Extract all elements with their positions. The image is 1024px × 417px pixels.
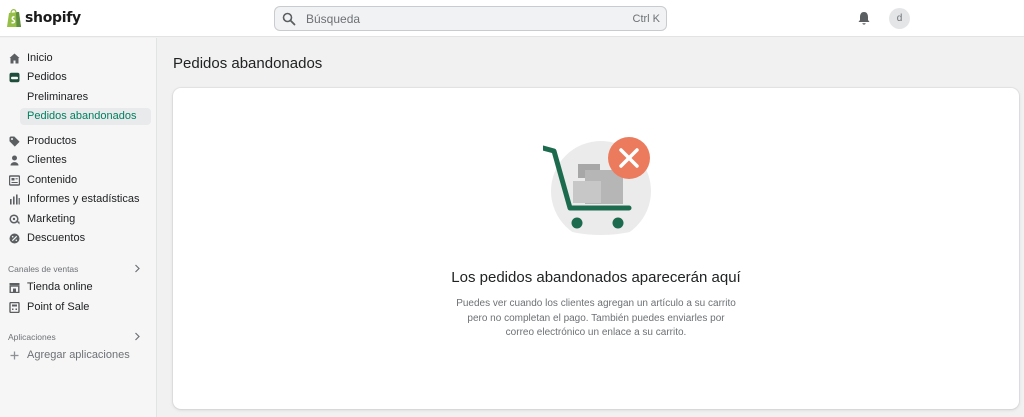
shopify-bag-icon (7, 8, 21, 27)
notifications-bell-icon[interactable] (857, 11, 871, 26)
empty-state-line: correo electrónico un enlace a su carrit… (505, 327, 687, 339)
sidebar-item-label: Contenido (27, 174, 78, 186)
tag-icon (9, 136, 20, 147)
sidebar: Inicio Pedidos Preliminares Pedidos aban… (0, 38, 157, 417)
marketing-icon (9, 213, 20, 224)
pos-icon (9, 301, 20, 313)
sidebar-item-label: Agregar aplicaciones (27, 349, 130, 361)
empty-state-title: Los pedidos abandonados aparecerán aquí (451, 269, 741, 286)
chevron-right-icon[interactable] (134, 264, 141, 273)
orders-icon (9, 72, 20, 82)
shopify-logo[interactable]: shopify (6, 8, 81, 28)
sidebar-subitem-pedidos-abandonados[interactable]: Pedidos abandonados (27, 110, 136, 122)
search-icon (282, 12, 296, 25)
chevron-right-icon[interactable] (134, 332, 141, 341)
sidebar-item-label: Pedidos (27, 71, 67, 83)
store-icon (9, 282, 20, 293)
plus-icon (10, 351, 19, 359)
search-shortcut: Ctrl K (632, 12, 661, 25)
top-bar: shopify Búsqueda Ctrl K d (0, 0, 1024, 37)
sidebar-item-label: Marketing (27, 213, 76, 225)
content-icon (9, 174, 20, 186)
empty-state-card: Los pedidos abandonados aparecerán aquí … (173, 88, 1019, 409)
sidebar-item-label: Clientes (27, 154, 67, 166)
analytics-icon (10, 194, 20, 204)
empty-state-description: Puedes ver cuando los clientes agregan u… (446, 297, 746, 341)
person-icon (10, 155, 19, 165)
search-bar[interactable]: Búsqueda Ctrl K (274, 6, 667, 31)
sidebar-item-label: Informes y estadísticas (27, 193, 140, 205)
search-placeholder: Búsqueda (306, 11, 361, 26)
page-title: Pedidos abandonados (173, 55, 323, 72)
sidebar-item-label: Tienda online (27, 281, 93, 293)
apps-heading: Aplicaciones (8, 332, 56, 342)
empty-state-line: pero no completan el pago. También puede… (467, 312, 725, 324)
sidebar-item-label: Productos (27, 135, 77, 147)
sidebar-subitem-preliminares[interactable]: Preliminares (27, 91, 88, 103)
home-icon (9, 53, 20, 63)
shopify-wordmark: shopify (25, 10, 81, 26)
user-avatar[interactable]: d (889, 8, 910, 29)
sidebar-item-label: Descuentos (27, 232, 86, 244)
discount-icon (9, 233, 20, 243)
sales-channels-heading: Canales de ventas (8, 264, 79, 274)
sidebar-item-label: Point of Sale (27, 301, 90, 313)
empty-state-line: Puedes ver cuando los clientes agregan u… (456, 298, 736, 309)
sidebar-item-label: Inicio (27, 52, 53, 64)
abandoned-cart-illustration (543, 137, 651, 238)
